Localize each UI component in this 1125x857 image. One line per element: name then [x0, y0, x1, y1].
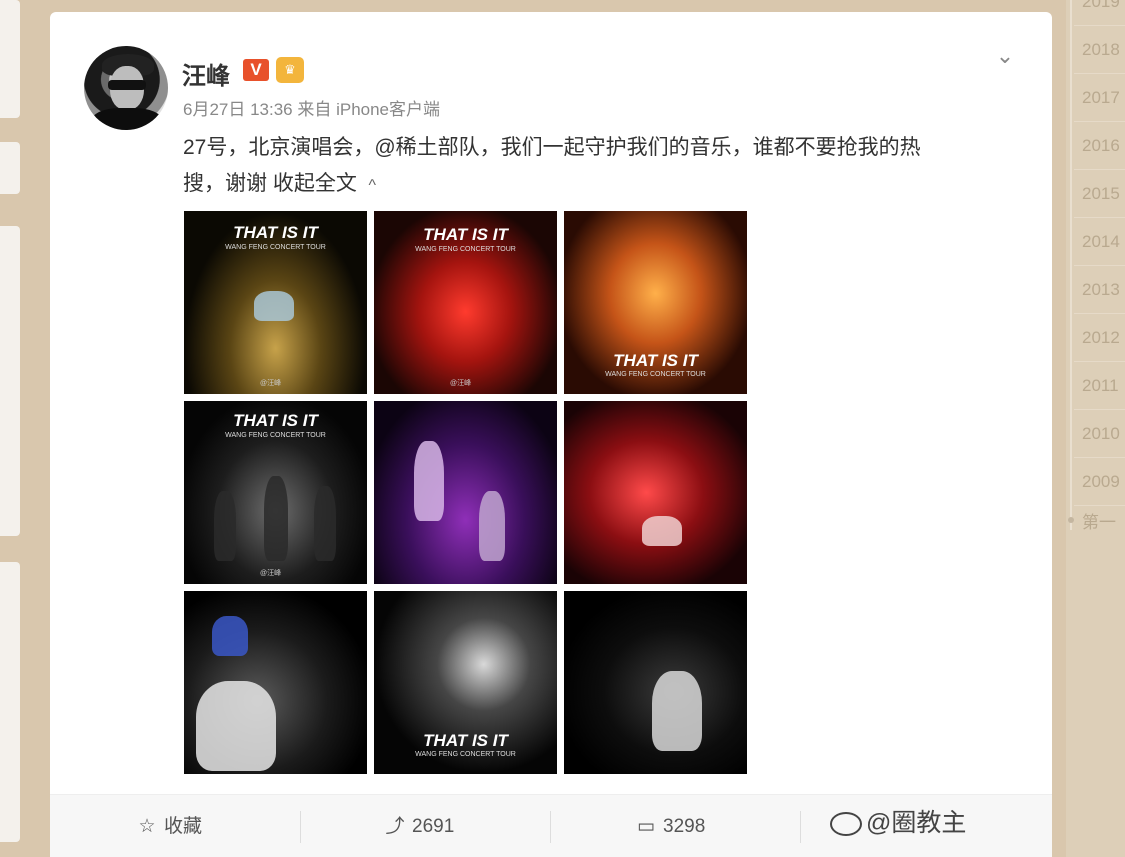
performer — [314, 486, 336, 561]
left-background — [0, 0, 30, 857]
timeline-year[interactable]: 2011 — [1074, 362, 1125, 410]
avatar-shirt — [92, 108, 162, 130]
timeline-year[interactable]: 2018 — [1074, 26, 1125, 74]
poster-title: THAT IS IT — [423, 225, 508, 244]
performer-hair — [212, 616, 248, 656]
poster-subtitle: WANG FENG CONCERT TOUR — [225, 432, 326, 439]
year-timeline: 2019 2018 2017 2016 2015 2014 2013 2012 … — [1066, 0, 1125, 857]
repost-count: 2691 — [412, 816, 455, 837]
image-watermark: @汪峰 — [450, 380, 472, 387]
performer — [264, 476, 288, 561]
author-name[interactable]: 汪峰 — [182, 56, 230, 91]
comment-button[interactable]: ▭ 3298 — [635, 795, 705, 857]
post-image[interactable]: THAT IS IT WANG FENG CONCERT TOUR @汪峰 — [184, 401, 367, 584]
left-card — [0, 226, 20, 536]
timeline-year[interactable]: 2017 — [1074, 74, 1125, 122]
collapse-link[interactable]: 收起全文 — [273, 172, 357, 195]
divider — [550, 811, 551, 843]
post-meta: 6月27日 13:36 来自 iPhone客户端 — [183, 100, 441, 119]
poster-subtitle: WANG FENG CONCERT TOUR — [605, 371, 706, 378]
weibo-logo-icon — [830, 812, 862, 837]
post-text: 27号，北京演唱会，@稀土部队，我们一起守护我们的音乐，谁都不要抢我的热 搜，谢… — [183, 130, 1013, 204]
poster-title: THAT IS IT — [233, 223, 318, 242]
post-image[interactable]: THAT IS IT WANG FENG CONCERT TOUR — [374, 591, 557, 774]
divider — [300, 811, 301, 843]
performer — [652, 671, 702, 751]
post-text-line: 搜，谢谢 收起全文 ^ — [183, 166, 1013, 204]
image-watermark: @汪峰 — [260, 380, 282, 387]
timeline-more[interactable]: 第一 — [1082, 508, 1116, 533]
stage-screen — [254, 291, 294, 321]
timeline-year[interactable]: 2010 — [1074, 410, 1125, 458]
post-image[interactable] — [564, 401, 747, 584]
timeline-year[interactable]: 2009 — [1074, 458, 1125, 506]
image-watermark: @汪峰 — [260, 570, 282, 577]
timeline-dot — [1068, 517, 1074, 523]
performer — [414, 441, 444, 521]
repost-icon: ⤴ — [385, 816, 405, 837]
poster-title: THAT IS IT — [423, 731, 508, 750]
image-grid: THAT IS IT WANG FENG CONCERT TOUR @汪峰 TH… — [184, 211, 748, 775]
left-card — [0, 142, 20, 194]
post-image[interactable]: THAT IS IT WANG FENG CONCERT TOUR @汪峰 — [184, 211, 367, 394]
performer — [214, 491, 236, 561]
timeline-year[interactable]: 2015 — [1074, 170, 1125, 218]
left-card — [0, 0, 20, 118]
comment-icon: ▭ — [637, 816, 655, 837]
avatar[interactable] — [84, 46, 168, 130]
post-image[interactable]: THAT IS IT WANG FENG CONCERT TOUR @汪峰 — [374, 211, 557, 394]
favorite-label: 收藏 — [164, 816, 203, 837]
poster-title: THAT IS IT — [233, 411, 318, 430]
watermark-text: @圈教主 — [866, 809, 967, 837]
star-icon: ☆ — [138, 816, 156, 837]
performer — [196, 681, 276, 771]
weibo-watermark: @圈教主 — [830, 803, 966, 839]
post-image[interactable]: THAT IS IT WANG FENG CONCERT TOUR — [564, 211, 747, 394]
timeline-year[interactable]: 2013 — [1074, 266, 1125, 314]
post-text-tail: 搜，谢谢 — [183, 172, 273, 195]
divider — [800, 811, 801, 843]
post-image[interactable] — [374, 401, 557, 584]
favorite-button[interactable]: ☆ 收藏 — [136, 795, 202, 857]
poster-subtitle: WANG FENG CONCERT TOUR — [225, 244, 326, 251]
timeline-year[interactable]: 2019 — [1074, 0, 1125, 26]
post-text-line: 27号，北京演唱会，@稀土部队，我们一起守护我们的音乐，谁都不要抢我的热 — [183, 136, 921, 159]
comment-count: 3298 — [663, 816, 706, 837]
timeline-year[interactable]: 2016 — [1074, 122, 1125, 170]
poster-subtitle: WANG FENG CONCERT TOUR — [415, 751, 516, 758]
timeline-year[interactable]: 2012 — [1074, 314, 1125, 362]
timeline-year[interactable]: 2014 — [1074, 218, 1125, 266]
timeline-line — [1070, 0, 1072, 530]
poster-title: THAT IS IT — [613, 351, 698, 370]
repost-button[interactable]: ⤴ 2691 — [384, 795, 454, 857]
post-image[interactable] — [564, 591, 747, 774]
performer — [479, 491, 505, 561]
performer — [642, 516, 682, 546]
chevron-up-icon[interactable]: ^ — [369, 177, 377, 194]
verified-icon: V — [243, 59, 269, 81]
weibo-post-card: 汪峰 V ♛ 6月27日 13:36 来自 iPhone客户端 ⌄ 27号，北京… — [50, 12, 1052, 857]
crown-badge-icon[interactable]: ♛ — [276, 57, 304, 83]
poster-subtitle: WANG FENG CONCERT TOUR — [415, 246, 516, 253]
post-image[interactable] — [184, 591, 367, 774]
left-card — [0, 562, 20, 842]
chevron-down-icon[interactable]: ⌄ — [991, 42, 1019, 70]
avatar-glasses — [108, 80, 146, 90]
